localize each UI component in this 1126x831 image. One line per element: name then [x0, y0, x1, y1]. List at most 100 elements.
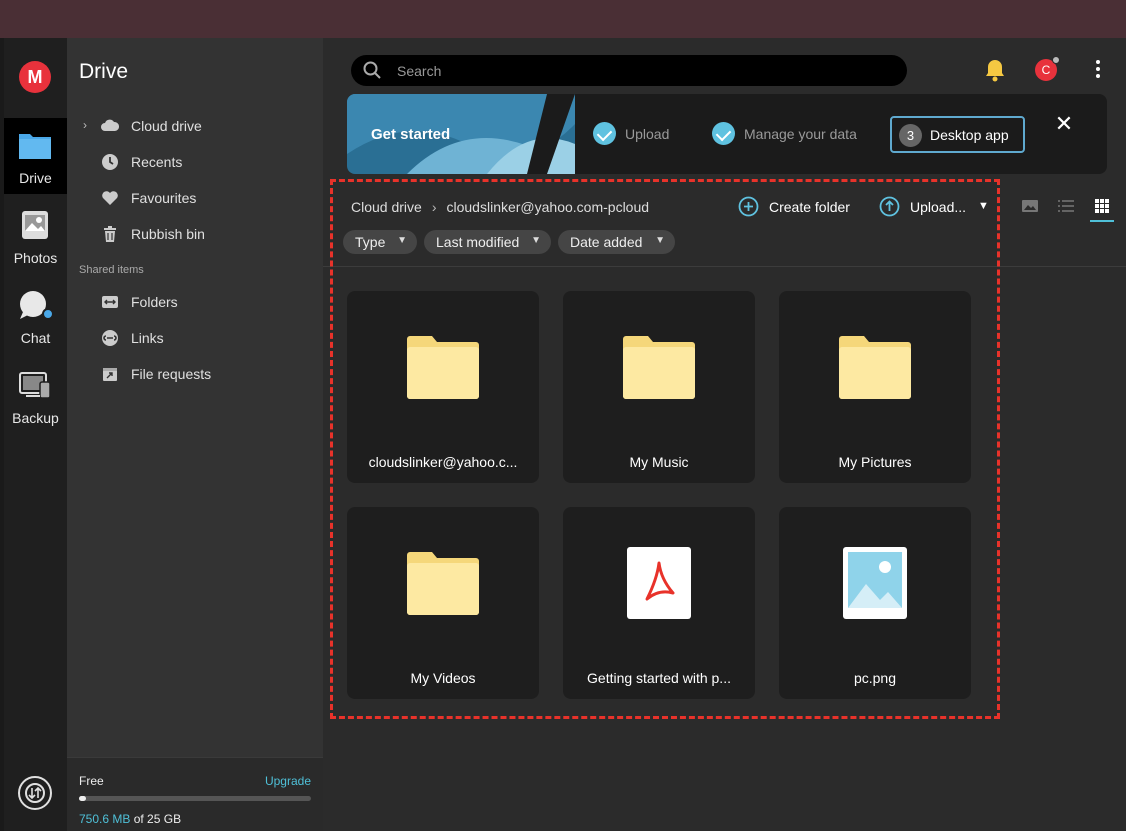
- link-icon: [102, 330, 118, 346]
- file-tile[interactable]: cloudslinker@yahoo.c...: [347, 291, 539, 483]
- file-name: My Videos: [410, 670, 476, 686]
- toolbar-divider: [323, 266, 1126, 267]
- chevron-right-icon: ›: [431, 199, 437, 215]
- file-tile[interactable]: Getting started with p...: [563, 507, 755, 699]
- file-name: Getting started with p...: [587, 670, 731, 686]
- search-icon: [363, 61, 381, 79]
- filter-last-modified[interactable]: Last modified ▼: [424, 230, 551, 254]
- active-view-indicator: [1090, 220, 1114, 222]
- upload-icon: [879, 196, 900, 217]
- file-name: My Music: [629, 454, 689, 470]
- upgrade-link[interactable]: Upgrade: [265, 774, 311, 788]
- notification-bell-icon[interactable]: [984, 58, 1006, 82]
- rail-item-drive[interactable]: Drive: [4, 118, 67, 194]
- heart-icon: [102, 191, 118, 205]
- file-tile[interactable]: pc.png: [779, 507, 971, 699]
- more-options-icon[interactable]: [1093, 60, 1103, 80]
- file-name: pc.png: [853, 670, 897, 686]
- search-bar[interactable]: [351, 55, 907, 86]
- cloud-icon: [101, 119, 119, 131]
- trash-icon: [104, 226, 116, 242]
- breadcrumb-current[interactable]: cloudslinker@yahoo.com-pcloud: [447, 199, 650, 215]
- rail-item-backup[interactable]: Backup: [4, 358, 67, 434]
- filter-type[interactable]: Type ▼: [343, 230, 417, 254]
- step-number: 3: [899, 124, 922, 147]
- banner-title: Get started: [371, 126, 451, 143]
- rail-label: Photos: [13, 250, 58, 266]
- file-name: cloudslinker@yahoo.c...: [368, 454, 518, 470]
- check-icon: [712, 122, 735, 145]
- breadcrumb-root[interactable]: Cloud drive: [351, 199, 422, 215]
- check-icon: [593, 122, 616, 145]
- sidebar-item-favourites[interactable]: Favourites: [67, 183, 323, 213]
- step-desktop-app[interactable]: 3 Desktop app: [890, 116, 1025, 153]
- create-folder-label: Create folder: [769, 199, 850, 215]
- rail-label: Drive: [19, 170, 52, 186]
- filter-label: Last modified: [436, 234, 520, 250]
- folder-icon: [407, 336, 479, 399]
- filter-date-added[interactable]: Date added ▼: [558, 230, 675, 254]
- sidebar-item-file-requests[interactable]: File requests: [67, 359, 323, 389]
- sidebar-item-recents[interactable]: Recents: [67, 147, 323, 177]
- storage-used: 750.6 MB: [79, 812, 131, 826]
- rail-label: Backup: [12, 410, 59, 426]
- storage-total: of 25 GB: [130, 812, 182, 826]
- storage-usage: 750.6 MB of 25 GB: [79, 812, 181, 826]
- chevron-down-icon[interactable]: ▼: [978, 200, 989, 212]
- sidebar-item-label: Rubbish bin: [131, 226, 205, 242]
- rail-item-photos[interactable]: Photos: [4, 198, 67, 274]
- folder-icon: [623, 336, 695, 399]
- close-icon[interactable]: ✕: [1052, 112, 1076, 136]
- plan-label: Free: [79, 774, 104, 788]
- sidebar-item-label: Recents: [131, 154, 183, 170]
- sidebar-item-label: Cloud drive: [131, 118, 202, 134]
- sidebar-item-links[interactable]: Links: [67, 323, 323, 353]
- folder-icon: [839, 336, 911, 399]
- plus-icon: [738, 196, 759, 217]
- filter-label: Date added: [570, 234, 643, 250]
- transfer-manager-icon[interactable]: [18, 776, 52, 810]
- sync-icon: [25, 783, 45, 803]
- sidebar-item-label: Folders: [131, 294, 178, 310]
- file-request-icon: [103, 368, 117, 381]
- file-name: My Pictures: [838, 454, 912, 470]
- app-rail: M Drive Photos Chat Backup: [4, 38, 67, 831]
- main-content: C Get started Upload Manage your data 3 …: [323, 38, 1126, 831]
- pdf-file-icon: [627, 547, 691, 619]
- photos-icon: [22, 211, 48, 239]
- get-started-banner: Get started Upload Manage your data 3 De…: [347, 94, 1107, 174]
- sidebar-item-label: Favourites: [131, 190, 197, 206]
- gallery-view-icon[interactable]: [1022, 198, 1038, 214]
- chevron-right-icon[interactable]: ›: [83, 118, 87, 132]
- storage-bar-fill: [79, 796, 86, 801]
- sidebar: Drive › Cloud drive Recents Favourites R…: [67, 38, 323, 831]
- presence-status-icon: [1052, 56, 1060, 64]
- rail-label: Chat: [20, 330, 51, 346]
- sidebar-item-shared-folders[interactable]: Folders: [67, 287, 323, 317]
- folder-icon: [407, 552, 479, 615]
- window-titlebar: [0, 0, 1126, 38]
- sidebar-item-label: File requests: [131, 366, 212, 382]
- breadcrumb: Cloud drive › cloudslinker@yahoo.com-pclou…: [351, 199, 649, 215]
- clock-icon: [102, 154, 118, 170]
- sidebar-item-rubbish-bin[interactable]: Rubbish bin: [67, 219, 323, 249]
- list-view-icon[interactable]: [1058, 198, 1074, 214]
- chevron-down-icon: ▼: [655, 235, 665, 246]
- file-tile[interactable]: My Music: [563, 291, 755, 483]
- filter-label: Type: [355, 234, 386, 250]
- step-label: Upload: [625, 126, 670, 142]
- upload-label: Upload...: [910, 199, 967, 215]
- backup-icon: [19, 372, 51, 399]
- shared-items-heading: Shared items: [79, 264, 144, 276]
- shared-folder-icon: [102, 296, 118, 308]
- mega-logo[interactable]: M: [19, 61, 51, 93]
- chat-icon: [20, 291, 52, 320]
- file-tile[interactable]: My Videos: [347, 507, 539, 699]
- search-input[interactable]: [397, 61, 877, 80]
- storage-bar: [79, 796, 311, 801]
- rail-item-chat[interactable]: Chat: [4, 278, 67, 354]
- grid-view-icon[interactable]: [1094, 198, 1110, 214]
- sidebar-item-cloud-drive[interactable]: › Cloud drive: [67, 111, 323, 141]
- file-tile[interactable]: My Pictures: [779, 291, 971, 483]
- chevron-down-icon: ▼: [531, 235, 541, 246]
